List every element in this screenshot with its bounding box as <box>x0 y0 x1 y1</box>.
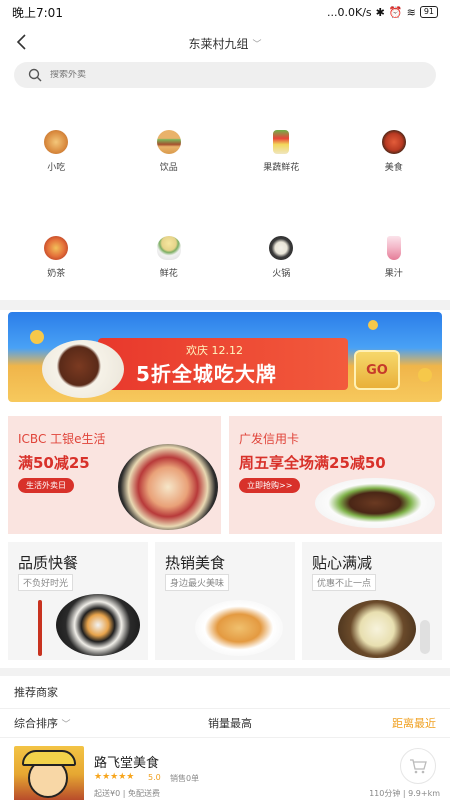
burger-icon <box>156 130 181 154</box>
category-food[interactable]: 美食 <box>338 118 450 224</box>
steak-plate-image <box>315 478 435 528</box>
sort-sales[interactable]: 销量最高 <box>208 715 252 731</box>
promo-tag-button[interactable]: 立即抢购>> <box>239 478 301 493</box>
status-bar: 晚上7:01 ...0.0K/s ✱ ⏰ ≋ 91 <box>0 0 450 24</box>
promo-cgb[interactable]: 广发信用卡 周五享全场满25减50 立即抢购>> <box>229 416 442 534</box>
snack-icon <box>44 130 69 154</box>
category-row: 小吃 饮品 果蔬鲜花 美食 <box>0 118 450 224</box>
search-icon <box>28 68 42 82</box>
promo-tag-button[interactable]: 生活外卖日 <box>18 478 74 493</box>
fruit-cup-icon <box>273 130 290 154</box>
card-hot-food[interactable]: 热销美食 身边最火美味 <box>155 542 295 660</box>
star-rating-icon: ★★★★★ <box>94 772 135 782</box>
recommend-title: 推荐商家 <box>14 686 58 699</box>
card-discounts[interactable]: 贴心满减 优惠不止一点 <box>302 542 442 660</box>
cart-icon <box>410 759 427 774</box>
sort-bar: 综合排序 ﹀ 销量最高 距离最近 <box>0 708 450 738</box>
pizza-icon <box>44 236 69 260</box>
noodle-plate-image <box>195 600 283 656</box>
promo-icbc[interactable]: ICBC 工银e生活 满50减25 生活外卖日 <box>8 416 221 534</box>
clock: 晚上7:01 <box>12 5 63 20</box>
battery-icon: 91 <box>419 6 438 18</box>
shop-logo <box>14 746 84 800</box>
category-label: 美食 <box>384 163 403 173</box>
section-divider <box>0 668 450 676</box>
category-label: 火锅 <box>272 269 291 279</box>
alarm-icon: ⏰ <box>388 5 403 19</box>
chevron-down-icon: ﹀ <box>252 39 262 50</box>
chopsticks-image <box>38 600 42 656</box>
card-title: 热销美食 <box>165 554 226 572</box>
banner-subtitle: 欢庆 12.12 <box>186 344 243 357</box>
category-drinks[interactable]: 饮品 <box>113 118 226 224</box>
juice-icon <box>386 236 401 260</box>
location-label: 东莱村九组 <box>188 36 249 51</box>
promo-brand: ICBC 工银e生活 <box>18 432 106 446</box>
category-label: 奶茶 <box>47 269 66 279</box>
cart-button[interactable] <box>400 748 436 784</box>
search-bar[interactable] <box>14 62 436 88</box>
card-quality-fastfood[interactable]: 品质快餐 不负好时光 <box>8 542 148 660</box>
sort-distance[interactable]: 距离最近 <box>392 715 436 731</box>
sort-label: 综合排序 <box>14 717 58 730</box>
chevron-left-icon <box>16 34 26 50</box>
chevron-down-icon: ﹀ <box>61 720 71 730</box>
category-snack[interactable]: 小吃 <box>0 118 113 224</box>
promo-brand: 广发信用卡 <box>239 432 300 446</box>
search-input[interactable] <box>50 70 350 80</box>
location-selector[interactable]: 东莱村九组 ﹀ <box>188 35 261 52</box>
promo-title: 周五享全场满25减50 <box>239 454 386 472</box>
rating-value: 5.0 <box>148 773 161 782</box>
sales-count: 销售0单 <box>170 774 200 783</box>
section-divider <box>0 300 450 310</box>
spoon-image <box>420 620 430 654</box>
category-grid: 小吃 饮品 果蔬鲜花 美食 奶茶 鲜花 火锅 果汁 <box>0 118 450 330</box>
category-label: 果汁 <box>384 269 403 279</box>
eta-distance: 110分钟 | 9.9+km <box>369 789 440 798</box>
status-icons: ...0.0K/s ✱ ⏰ ≋ 91 <box>327 6 438 19</box>
network-speed: ...0.0K/s <box>327 5 372 19</box>
hotpot-bowl-icon <box>381 130 406 154</box>
card-title: 品质快餐 <box>18 554 79 572</box>
coin-decoration <box>368 320 378 330</box>
card-title: 贴心满减 <box>312 554 373 572</box>
category-label: 果蔬鲜花 <box>263 163 300 173</box>
sort-comprehensive[interactable]: 综合排序 ﹀ <box>14 715 71 731</box>
delivery-info: 起送¥0 | 免配送费 <box>94 789 160 798</box>
promo-title: 满50减25 <box>18 454 90 472</box>
coin-decoration <box>30 330 44 344</box>
sushi-platter-image <box>56 594 140 656</box>
category-label: 鲜花 <box>159 269 178 279</box>
dumpling-icon <box>269 236 294 260</box>
banner-title: 5折全城吃大牌 <box>136 362 277 386</box>
card-subtitle: 优惠不止一点 <box>312 574 377 591</box>
soup-pot-image <box>338 600 416 658</box>
go-button[interactable]: GO <box>354 350 400 390</box>
steak-plate-image <box>42 340 124 398</box>
category-fruit-flowers[interactable]: 果蔬鲜花 <box>225 118 338 224</box>
feature-cards: 品质快餐 不负好时光 热销美食 身边最火美味 贴心满减 优惠不止一点 <box>8 542 442 660</box>
straw-hat <box>22 750 76 766</box>
food-platter-image <box>118 444 218 530</box>
nav-bar: 东莱村九组 ﹀ <box>0 24 450 62</box>
card-subtitle: 身边最火美味 <box>165 574 230 591</box>
noodle-bowl-icon <box>156 236 181 260</box>
wifi-icon: ≋ <box>406 5 416 19</box>
category-label: 小吃 <box>47 163 66 173</box>
coin-decoration <box>418 368 432 382</box>
back-button[interactable] <box>10 30 34 54</box>
category-label: 饮品 <box>159 163 178 173</box>
shop-name: 路飞堂美食 <box>94 756 160 771</box>
bluetooth-icon: ✱ <box>375 5 385 19</box>
promo-banner[interactable]: 欢庆 12.12 5折全城吃大牌 GO <box>8 312 442 402</box>
shop-list-item[interactable]: 路飞堂美食 ★★★★★ 5.0 销售0单 起送¥0 | 免配送费 110分钟 |… <box>0 744 450 800</box>
card-subtitle: 不负好时光 <box>18 574 74 591</box>
